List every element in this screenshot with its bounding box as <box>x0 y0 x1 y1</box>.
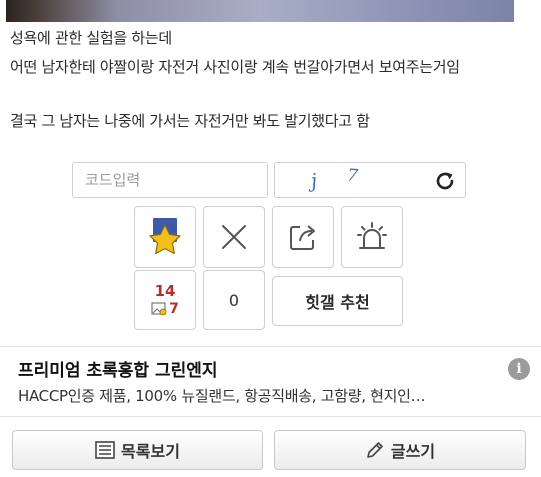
pencil-icon <box>367 442 383 458</box>
scrap-count: 14 7 <box>134 270 196 330</box>
scrap-button[interactable] <box>134 206 196 268</box>
siren-icon <box>357 222 387 249</box>
list-view-button[interactable]: 목록보기 <box>12 430 263 470</box>
close-icon <box>222 225 246 249</box>
scrap-count-value: 14 <box>154 281 176 300</box>
post-text-line: 어떤 남자한테 야짤이랑 자전거 사진이랑 계속 번갈아가면서 보여주는거임 <box>10 58 460 76</box>
list-icon <box>95 441 115 459</box>
captcha-char: 7 <box>345 165 359 187</box>
star-bookmark-icon <box>149 218 181 255</box>
ad-description[interactable]: HACCP인증 제품, 100% 뉴질랜드, 항공직배송, 고함량, 현지인… <box>18 385 426 406</box>
captcha-char: j <box>309 169 319 193</box>
share-button[interactable] <box>272 206 334 268</box>
report-button[interactable] <box>341 206 403 268</box>
downvote-button[interactable] <box>203 206 265 268</box>
image-icon <box>151 301 167 315</box>
info-icon[interactable]: i <box>508 358 530 380</box>
captcha-code-input[interactable] <box>72 162 268 198</box>
hit-gallery-recommend-button[interactable]: 힛갤 추천 <box>272 276 403 326</box>
divider <box>0 346 541 347</box>
post-text-line: 성욕에 관한 실험을 하는데 <box>10 29 172 47</box>
share-icon <box>290 225 315 250</box>
post-image-top <box>6 0 514 22</box>
divider <box>0 416 541 417</box>
image-count-value: 7 <box>169 300 179 317</box>
post-text-line: 결국 그 남자는 나중에 가서는 자전거만 봐도 발기했다고 함 <box>10 112 370 130</box>
ad-title[interactable]: 프리미엄 초록홍합 그린엔지 <box>18 356 218 381</box>
write-label: 글쓰기 <box>390 442 436 461</box>
captcha-image: j 7 <box>274 162 466 198</box>
list-view-label: 목록보기 <box>121 442 180 461</box>
downvote-count: 0 <box>203 270 265 330</box>
write-button[interactable]: 글쓰기 <box>274 430 526 470</box>
refresh-icon[interactable] <box>433 169 457 193</box>
